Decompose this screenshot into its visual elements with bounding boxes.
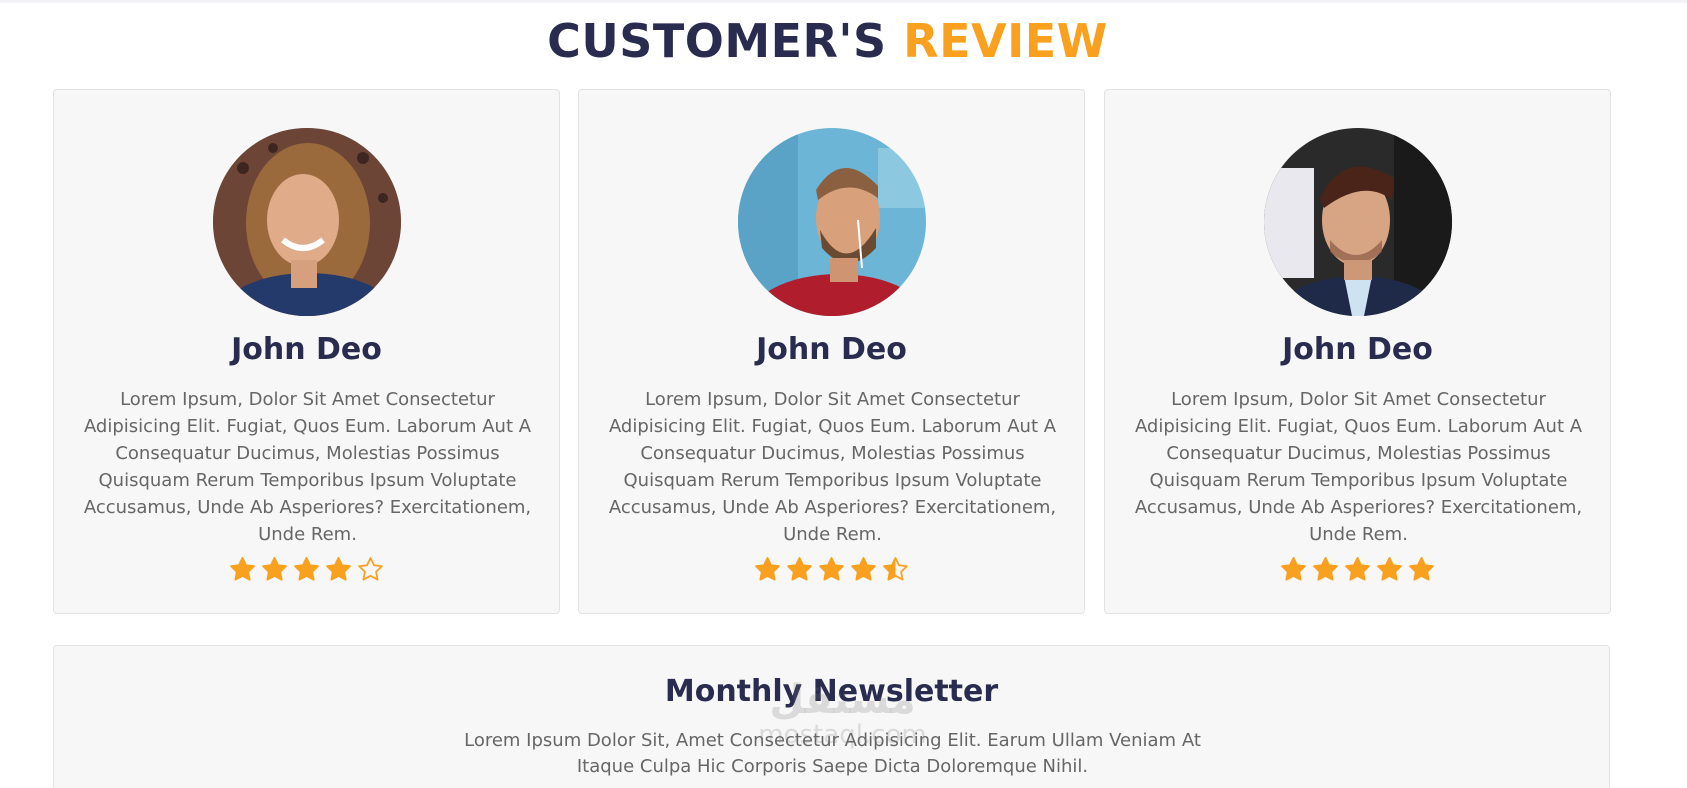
star-icon — [1409, 557, 1434, 581]
star-icon — [1281, 557, 1306, 581]
review-text: Lorem Ipsum, Dolor Sit Amet Consectetur … — [608, 389, 1057, 545]
review-card: John Deo Lorem Ipsum, Dolor Sit Amet Con… — [53, 89, 560, 614]
star-icon — [1345, 557, 1370, 581]
star-half-icon — [883, 557, 908, 581]
avatar — [738, 128, 926, 316]
star-icon — [230, 557, 255, 581]
reviewer-name: John Deo — [231, 332, 382, 367]
review-text: Lorem Ipsum, Dolor Sit Amet Consectetur … — [83, 389, 532, 545]
star-icon — [262, 557, 287, 581]
newsletter-text: Lorem Ipsum Dolor Sit, Amet Consectetur … — [464, 730, 1201, 777]
star-rating — [579, 556, 1084, 583]
star-icon — [294, 557, 319, 581]
star-icon — [755, 557, 780, 581]
newsletter-section: Monthly Newsletter Lorem Ipsum Dolor Sit… — [53, 645, 1610, 788]
review-card: John Deo Lorem Ipsum, Dolor Sit Amet Con… — [578, 89, 1085, 614]
star-empty-icon — [358, 557, 383, 581]
review-card: John Deo Lorem Ipsum, Dolor Sit Amet Con… — [1104, 89, 1611, 614]
star-rating — [1105, 556, 1610, 583]
section-title-main: CUSTOMER'S — [547, 14, 887, 68]
top-strip — [0, 0, 1687, 3]
star-icon — [326, 557, 351, 581]
avatar — [213, 128, 401, 316]
star-icon — [787, 557, 812, 581]
star-icon — [819, 557, 844, 581]
reviewer-name: John Deo — [756, 332, 907, 367]
section-title-accent: REVIEW — [903, 14, 1108, 68]
review-text: Lorem Ipsum, Dolor Sit Amet Consectetur … — [1134, 389, 1583, 545]
avatar — [1264, 128, 1452, 316]
reviewer-name: John Deo — [1282, 332, 1433, 367]
star-rating — [54, 556, 559, 583]
star-icon — [1313, 557, 1338, 581]
newsletter-title: Monthly Newsletter — [664, 674, 999, 709]
star-icon — [851, 557, 876, 581]
star-icon — [1377, 557, 1402, 581]
section-title: CUSTOMER'S REVIEW — [0, 14, 1655, 68]
